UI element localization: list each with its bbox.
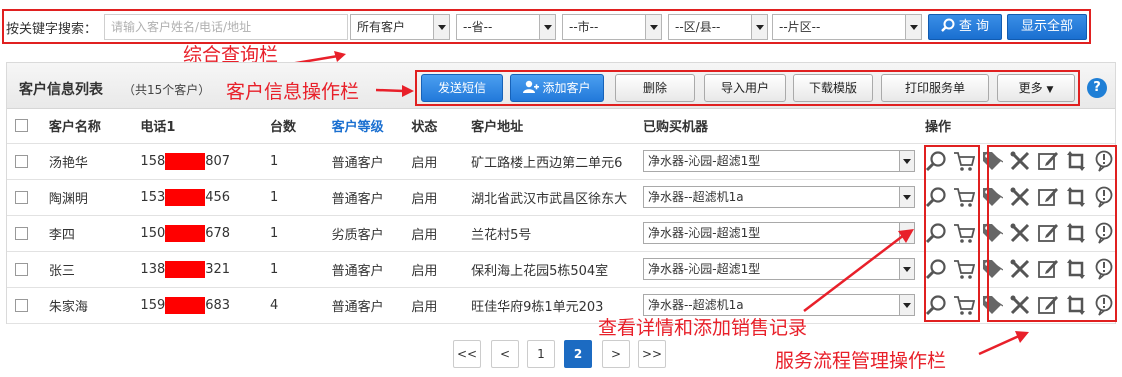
cell-name: 汤艳华 (40, 143, 133, 180)
arrow-up-right-icon (978, 331, 1029, 356)
cell-phone: 153 456 (132, 179, 263, 216)
annotation-detail: 查看详情和添加销售记录 (598, 317, 808, 339)
phone-prefix: 150 (140, 225, 166, 241)
pager-page-2[interactable]: 2 (564, 340, 592, 368)
phone-redaction (165, 224, 206, 242)
machine-value: 净水器--超滤机1a (647, 298, 744, 312)
col-count[interactable]: 台数 (262, 109, 324, 144)
cell-address: 保利海上花园5栋504室 (463, 251, 635, 288)
cell-name: 张三 (40, 251, 133, 288)
list-count: （共15个客户） (123, 83, 211, 97)
cell-status: 启用 (403, 143, 464, 180)
cell-phone: 159 683 (132, 287, 263, 324)
row-checkbox[interactable] (15, 262, 28, 276)
row-checkbox-cell (7, 215, 41, 252)
cell-status: 启用 (403, 215, 464, 252)
cell-count: 4 (262, 287, 324, 324)
phone-redaction (165, 152, 206, 170)
annotation-service: 服务流程管理操作栏 (775, 350, 947, 372)
arrow-right-icon (376, 85, 414, 97)
row-checkbox[interactable] (15, 154, 28, 168)
row-checkbox[interactable] (15, 226, 28, 240)
cell-status: 启用 (403, 179, 464, 216)
pager-prev[interactable]: < (491, 340, 519, 368)
phone-suffix: 683 (205, 297, 231, 313)
chevron-down-icon (898, 187, 914, 207)
cell-name: 陶渊明 (40, 179, 133, 216)
toolbar-highlight (415, 70, 1080, 106)
col-level[interactable]: 客户等级 (323, 109, 404, 144)
detail-ops-highlight (924, 145, 980, 322)
phone-redaction (165, 296, 206, 314)
phone-suffix: 321 (205, 261, 231, 277)
machine-value: 净水器-沁园-超滤1型 (647, 154, 761, 168)
arrow-up-right-icon (803, 229, 914, 312)
cell-count: 1 (262, 251, 324, 288)
chevron-down-icon (898, 151, 914, 171)
phone-redaction (165, 188, 206, 206)
cell-machine: 净水器--超滤机1a (634, 179, 917, 216)
service-ops-highlight (987, 145, 1117, 322)
cell-level: 普通客户 (323, 143, 404, 180)
phone-suffix: 678 (205, 225, 231, 241)
row-checkbox[interactable] (15, 190, 28, 204)
cell-count: 1 (262, 215, 324, 252)
machine-value: 净水器-沁园-超滤1型 (647, 262, 761, 276)
phone-prefix: 158 (140, 153, 166, 169)
cell-level: 劣质客户 (323, 215, 404, 252)
header-checkbox-cell (7, 109, 41, 144)
phone-suffix: 807 (205, 153, 231, 169)
phone-prefix: 138 (140, 261, 166, 277)
cell-status: 启用 (403, 251, 464, 288)
machine-select[interactable]: 净水器-沁园-超滤1型 (642, 150, 915, 172)
table-header-row: 客户名称 电话1 台数 客户等级 状态 客户地址 已购买机器 操作 (7, 109, 1115, 144)
cell-name: 李四 (40, 215, 133, 252)
pager-last[interactable]: >> (638, 340, 666, 368)
pager-first[interactable]: << (453, 340, 481, 368)
annotation-ops-bar: 客户信息操作栏 (226, 81, 360, 103)
cell-level: 普通客户 (323, 179, 404, 216)
col-operations: 操作 (917, 109, 1115, 144)
list-title: 客户信息列表 (19, 82, 103, 98)
cell-phone: 138 321 (132, 251, 263, 288)
phone-prefix: 159 (140, 297, 166, 313)
select-all-checkbox[interactable] (15, 119, 28, 133)
cell-level: 普通客户 (323, 251, 404, 288)
col-address[interactable]: 客户地址 (463, 109, 635, 144)
cell-level: 普通客户 (323, 287, 404, 324)
col-phone[interactable]: 电话1 (132, 109, 263, 144)
row-checkbox-cell (7, 179, 41, 216)
row-checkbox-cell (7, 251, 41, 288)
col-machine[interactable]: 已购买机器 (634, 109, 917, 144)
phone-redaction (165, 260, 206, 278)
cell-count: 1 (262, 143, 324, 180)
help-icon[interactable]: ? (1087, 78, 1107, 98)
pager-next[interactable]: > (602, 340, 630, 368)
row-checkbox[interactable] (15, 298, 28, 312)
cell-count: 1 (262, 179, 324, 216)
phone-prefix: 153 (140, 189, 166, 205)
machine-select[interactable]: 净水器--超滤机1a (642, 186, 915, 208)
pager-page-1[interactable]: 1 (527, 340, 555, 368)
cell-address: 矿工路楼上西边第二单元6 (463, 143, 635, 180)
row-checkbox-cell (7, 287, 41, 324)
machine-value: 净水器--超滤机1a (647, 190, 744, 204)
col-status[interactable]: 状态 (403, 109, 464, 144)
cell-phone: 158 807 (132, 143, 263, 180)
machine-value: 净水器-沁园-超滤1型 (647, 226, 761, 240)
cell-machine: 净水器-沁园-超滤1型 (634, 143, 917, 180)
phone-suffix: 456 (205, 189, 231, 205)
cell-status: 启用 (403, 287, 464, 324)
search-bar-highlight (2, 9, 1091, 44)
cell-phone: 150 678 (132, 215, 263, 252)
cell-name: 朱家海 (40, 287, 133, 324)
col-name[interactable]: 客户名称 (40, 109, 133, 144)
cell-address: 湖北省武汉市武昌区徐东大 (463, 179, 635, 216)
row-checkbox-cell (7, 143, 41, 180)
cell-address: 兰花村5号 (463, 215, 635, 252)
